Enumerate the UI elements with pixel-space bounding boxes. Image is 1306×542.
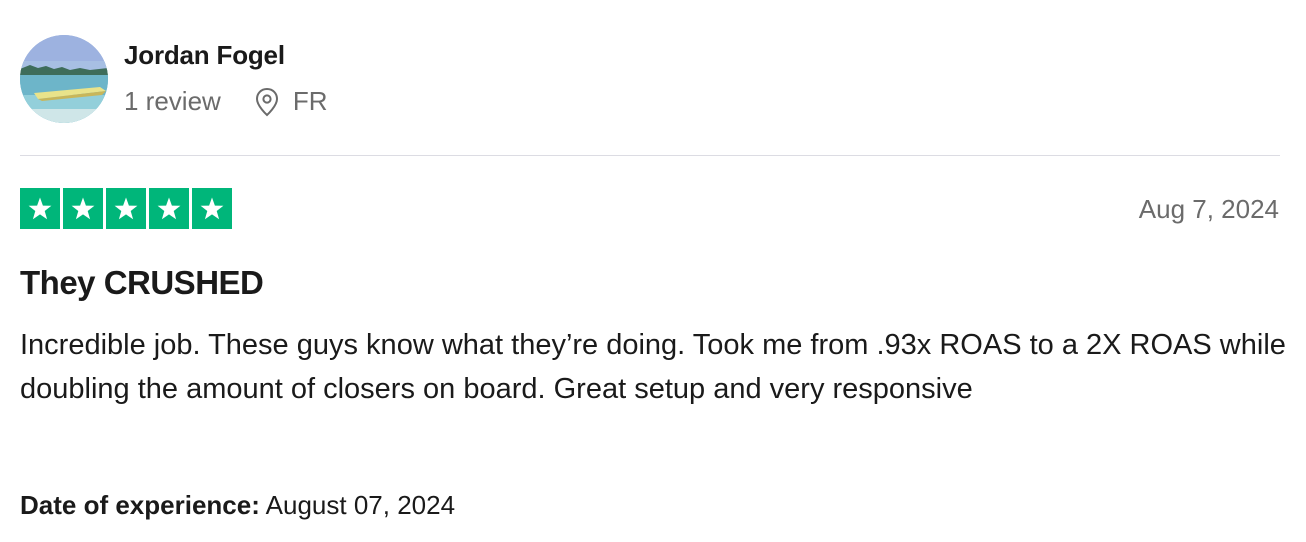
beach-photo-icon xyxy=(20,35,108,123)
review-title[interactable]: They CRUSHED xyxy=(20,264,264,302)
review-count: 1 review xyxy=(124,86,221,116)
reviewer-name[interactable]: Jordan Fogel xyxy=(124,40,285,71)
star-icon xyxy=(192,188,232,229)
star-icon xyxy=(63,188,103,229)
map-pin-icon xyxy=(255,87,278,116)
experience-label: Date of experience: xyxy=(20,490,260,520)
review-body: Incredible job. These guys know what the… xyxy=(20,329,1286,405)
date-of-experience: Date of experience: August 07, 2024 xyxy=(20,490,455,521)
reviewer-meta: 1 review FR xyxy=(124,86,328,117)
experience-date: August 07, 2024 xyxy=(265,490,456,520)
country-code: FR xyxy=(292,86,328,116)
review-card: Jordan Fogel 1 review FR Aug 7, 2024 The… xyxy=(0,0,1306,542)
divider xyxy=(20,155,1280,156)
reviewer-location: FR xyxy=(253,86,328,117)
star-icon xyxy=(20,188,60,229)
star-rating xyxy=(20,188,232,229)
reviewer-avatar[interactable] xyxy=(20,35,108,123)
review-date: Aug 7, 2024 xyxy=(1138,194,1279,224)
star-icon xyxy=(106,188,146,229)
star-icon xyxy=(149,188,189,229)
